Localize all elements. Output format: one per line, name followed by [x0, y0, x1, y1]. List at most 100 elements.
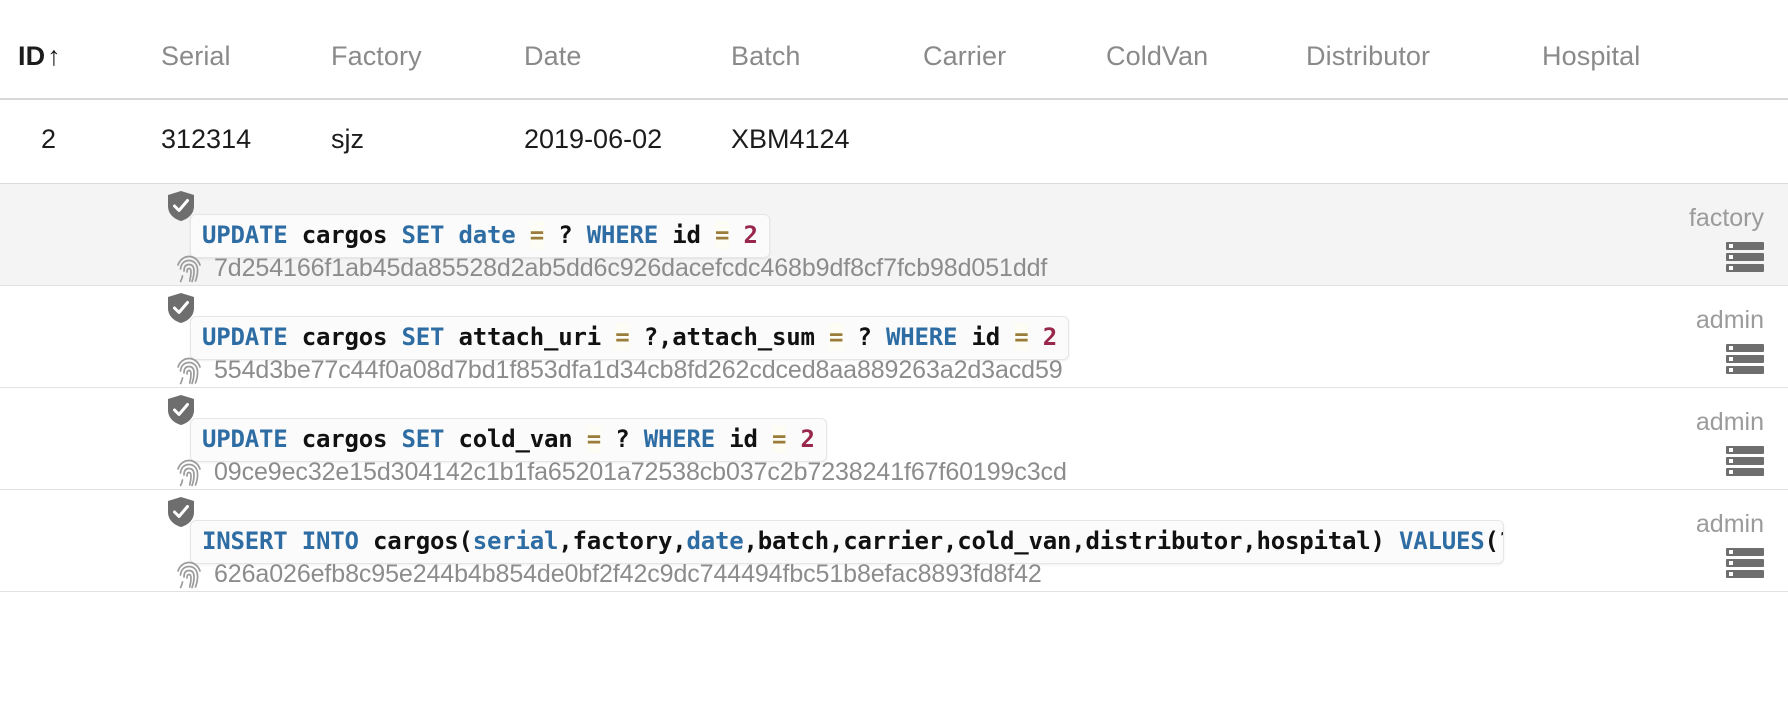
sql-token: ?: [1499, 527, 1503, 555]
sql-token: cargos: [373, 527, 459, 555]
arrow-up-icon[interactable]: ↑: [47, 43, 61, 70]
sql-token: =: [772, 425, 787, 453]
sql-token: (: [1484, 527, 1499, 555]
table-cell-factory: sjz: [331, 124, 364, 154]
fingerprint-icon: [176, 255, 202, 283]
server-stack-icon[interactable]: [1726, 242, 1764, 272]
column-header-label: Date: [524, 41, 582, 71]
audit-log-list: UPDATE cargos SET date = ? WHERE id = 27…: [0, 184, 1788, 592]
sql-token: ?: [558, 221, 573, 249]
sql-token: 2: [743, 221, 758, 249]
column-header-coldvan[interactable]: ColdVan: [1106, 41, 1208, 72]
column-header-id[interactable]: ID ↑: [18, 41, 61, 72]
sql-token: ?: [643, 323, 658, 351]
audit-log-body: INSERT INTO cargos(serial,factory,date,b…: [140, 490, 1678, 591]
sql-token: serial: [472, 527, 559, 555]
audit-log-body: UPDATE cargos SET cold_van = ? WHERE id …: [140, 388, 1678, 489]
sql-statement-chip[interactable]: UPDATE cargos SET date = ? WHERE id = 2: [190, 214, 770, 258]
column-header-factory[interactable]: Factory: [331, 41, 422, 72]
column-header-label: Distributor: [1306, 41, 1431, 71]
sql-statement-chip[interactable]: INSERT INTO cargos(serial,factory,date,b…: [190, 520, 1504, 564]
sql-token: UPDATE: [202, 323, 288, 351]
fingerprint-icon: [176, 357, 202, 385]
column-header-carrier[interactable]: Carrier: [923, 41, 1006, 72]
column-header-batch[interactable]: Batch: [731, 41, 801, 72]
sql-token: VALUES: [1399, 527, 1485, 555]
sql-token: =: [529, 221, 544, 249]
sql-token: batch: [757, 527, 829, 555]
server-stack-icon[interactable]: [1726, 446, 1764, 476]
record-hash: 554d3be77c44f0a08d7bd1f853dfa1d34cb8fd26…: [214, 356, 1063, 384]
hash-line: 09ce9ec32e15d304142c1b1fa65201a72538cb03…: [176, 458, 1067, 487]
fingerprint-icon: [176, 561, 202, 589]
audit-log-row[interactable]: UPDATE cargos SET date = ? WHERE id = 27…: [0, 184, 1788, 286]
column-header-label: Carrier: [923, 41, 1007, 71]
audit-log-row[interactable]: UPDATE cargos SET cold_van = ? WHERE id …: [0, 388, 1788, 490]
server-stack-icon[interactable]: [1726, 344, 1764, 374]
sql-token: ): [1370, 527, 1385, 555]
actor-label: admin: [1695, 408, 1764, 436]
table-row[interactable]: 2 312314 sjz 2019-06-02 XBM4124: [0, 100, 1788, 184]
table-cell-id: 2: [41, 124, 57, 154]
sql-token: cargos: [301, 221, 388, 249]
sql-statement-chip[interactable]: UPDATE cargos SET attach_uri = ?,attach_…: [190, 316, 1069, 360]
sql-token: INSERT: [202, 527, 288, 555]
sql-token: cold_van: [957, 527, 1072, 555]
sql-token: distributor: [1085, 527, 1243, 555]
sql-token: ,: [672, 527, 687, 555]
sql-token: id: [971, 323, 1001, 351]
server-stack-icon[interactable]: [1726, 548, 1764, 578]
column-header-serial[interactable]: Serial: [161, 41, 231, 72]
sql-token: =: [715, 221, 730, 249]
sql-token: ,: [943, 527, 958, 555]
column-header-distributor[interactable]: Distributor: [1306, 41, 1430, 72]
sql-token: =: [829, 323, 844, 351]
sql-token: WHERE: [643, 425, 715, 453]
sql-token: hospital: [1256, 527, 1371, 555]
sql-token: ,: [743, 527, 758, 555]
table-cell-serial: 312314: [161, 124, 252, 154]
column-header-date[interactable]: Date: [524, 41, 581, 72]
sql-token: ?: [615, 425, 630, 453]
sql-token: ?: [857, 323, 872, 351]
sql-token: cargos: [301, 323, 388, 351]
table-cell-batch: XBM4124: [731, 124, 850, 154]
record-hash: 7d254166f1ab45da85528d2ab5dd6c926dacefcd…: [214, 254, 1048, 282]
sql-statement-chip[interactable]: UPDATE cargos SET cold_van = ? WHERE id …: [190, 418, 827, 462]
table-cell-date: 2019-06-02: [524, 124, 663, 154]
sql-token: UPDATE: [202, 425, 288, 453]
hash-line: 554d3be77c44f0a08d7bd1f853dfa1d34cb8fd26…: [176, 356, 1063, 385]
sql-token: WHERE: [886, 323, 958, 351]
column-header-hospital[interactable]: Hospital: [1542, 41, 1640, 72]
column-header-label: Factory: [331, 41, 422, 71]
audit-log-row[interactable]: INSERT INTO cargos(serial,factory,date,b…: [0, 490, 1788, 592]
record-hash: 09ce9ec32e15d304142c1b1fa65201a72538cb03…: [214, 458, 1067, 486]
sql-token: 2: [800, 425, 815, 453]
audit-log-row[interactable]: UPDATE cargos SET attach_uri = ?,attach_…: [0, 286, 1788, 388]
actor-label: factory: [1688, 204, 1764, 232]
table-header-row: ID ↑ Serial Factory Date Batch Carrier ColdVan D…: [0, 0, 1788, 100]
hash-line: 7d254166f1ab45da85528d2ab5dd6c926dacefcd…: [176, 254, 1047, 283]
sql-token: ,: [558, 527, 573, 555]
sql-token: ,: [829, 527, 844, 555]
sql-token: id: [672, 221, 701, 249]
fingerprint-icon: [176, 459, 202, 487]
column-header-label: Serial: [161, 41, 231, 71]
